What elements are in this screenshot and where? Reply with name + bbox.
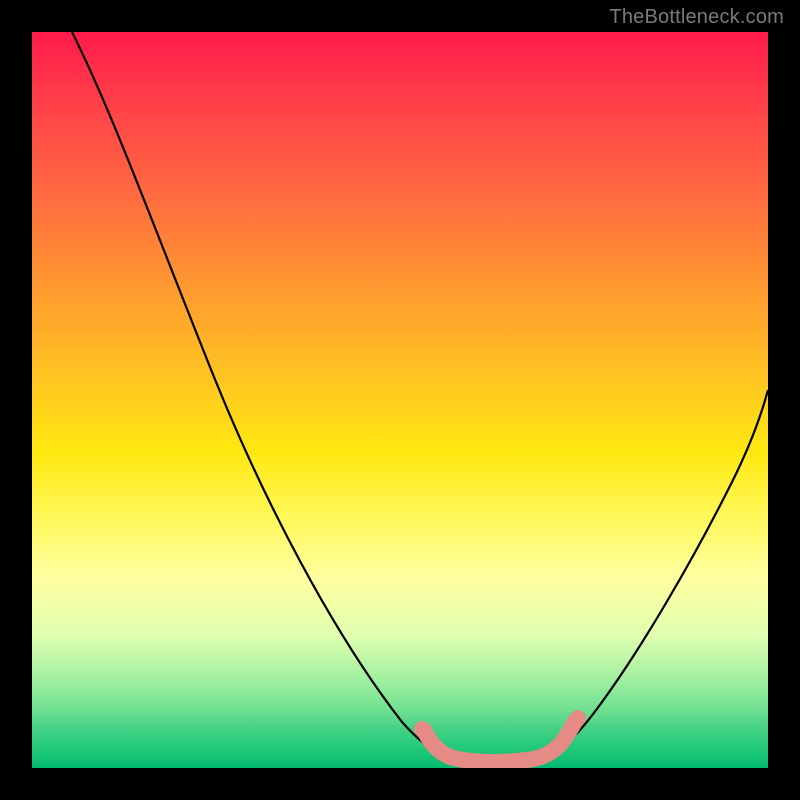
watermark-text: TheBottleneck.com xyxy=(609,6,784,29)
bottleneck-curve xyxy=(72,32,768,761)
highlight-dot-left xyxy=(414,721,430,737)
highlight-dot-right xyxy=(570,710,586,726)
optimal-range-highlight xyxy=(424,720,576,762)
plot-area xyxy=(32,32,768,768)
chart-container: TheBottleneck.com xyxy=(0,0,800,800)
curve-svg xyxy=(32,32,768,768)
